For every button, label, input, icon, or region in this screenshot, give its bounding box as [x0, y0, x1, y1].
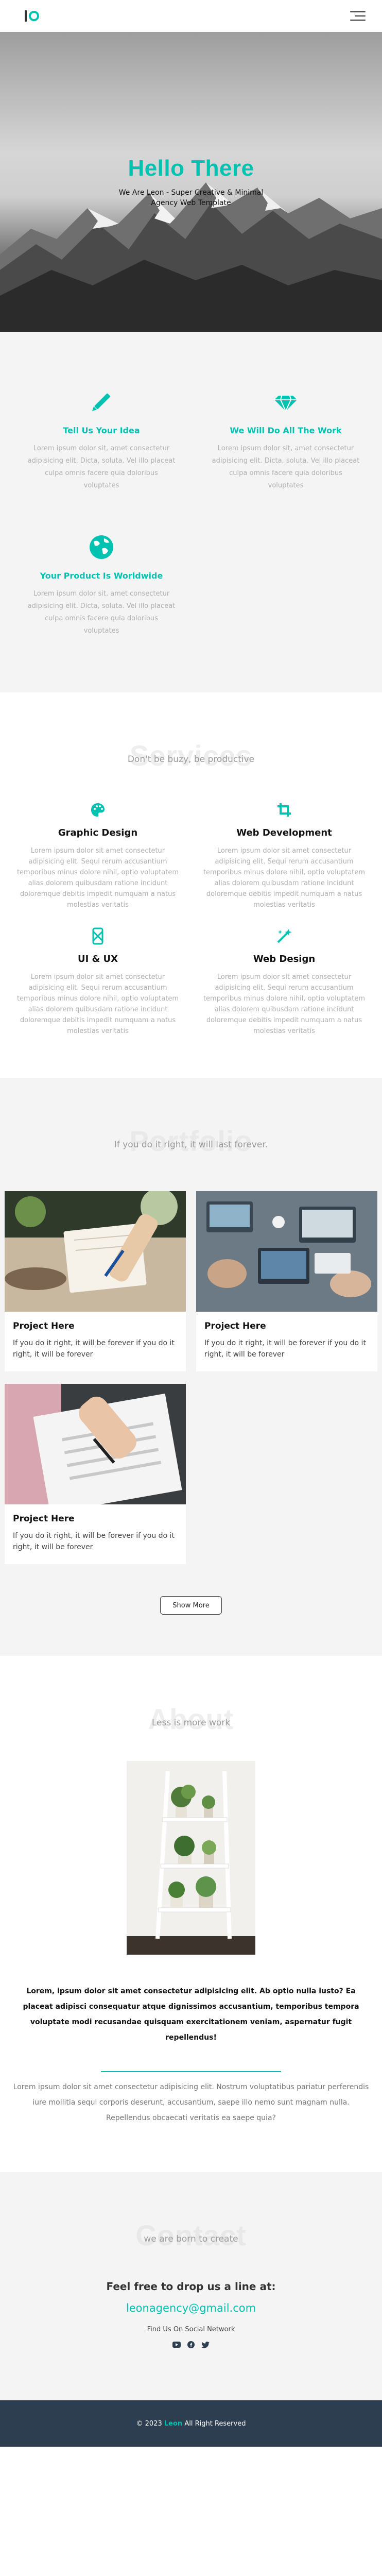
feature-item: Your Product Is Worldwide Lorem ipsum do… [27, 534, 176, 637]
logo-ring [29, 11, 39, 21]
services-subtitle: Don't be buzy, be productive [127, 754, 255, 765]
service-item: UI & UX Lorem ipsum dolor sit amet conse… [13, 926, 183, 1037]
globe-icon [88, 534, 115, 561]
service-item: Web Development Lorem ipsum dolor sit am… [199, 800, 369, 910]
diamond-icon [272, 388, 299, 415]
feature-title: We Will Do All The Work [230, 426, 342, 435]
hero-content: Hello There We Are Leon - Super Creative… [0, 156, 382, 208]
features-section: Tell Us Your Idea Lorem ipsum dolor sit,… [0, 332, 382, 692]
portfolio-title: Project Here [204, 1321, 266, 1331]
hero-subtitle: We Are Leon - Super Creative & Minimal A… [118, 189, 264, 207]
footer: © 2023 Leon All Right Reserved [0, 2400, 382, 2447]
show-more-button[interactable]: Show More [160, 1596, 222, 1615]
portfolio-card[interactable]: Project Here If you do it right, it will… [5, 1384, 186, 1564]
about-lead: Lorem, ipsum dolor sit amet consectetur … [23, 1987, 359, 2042]
about-subtitle: Less is more work [151, 1718, 231, 1728]
portfolio-subtitle: If you do it right, it will last forever… [114, 1140, 268, 1150]
footer-rights: All Right Reserved [184, 2419, 246, 2428]
magic-wand-icon [274, 926, 294, 946]
portfolio-card[interactable]: Project Here If you do it right, it will… [196, 1191, 377, 1371]
feature-text: Lorem ipsum dolor sit, amet consectetur … [212, 445, 360, 489]
feature-text: Lorem ipsum dolor sit, amet consectetur … [27, 445, 176, 489]
contact-email-link[interactable]: leonagency@gmail.com [0, 2302, 382, 2314]
footer-copyright: © 2023 [136, 2419, 162, 2428]
portfolio-grid: Project Here If you do it right, it will… [5, 1191, 377, 1564]
services-header: Services Don't be buzy, be productive [0, 739, 382, 780]
pencil-icon [88, 388, 115, 415]
contact-header: Contact we are born to create [0, 2218, 382, 2260]
portfolio-image [196, 1191, 377, 1312]
footer-brand: Leon [164, 2419, 183, 2428]
twitter-icon[interactable] [201, 2341, 210, 2349]
navbar [0, 0, 382, 32]
portfolio-header: Portfolio If you do it right, it will la… [0, 1124, 382, 1165]
hamburger-icon[interactable] [350, 11, 366, 21]
portfolio-image [5, 1384, 186, 1504]
contact-subtitle: we are born to create [144, 2234, 238, 2244]
service-item: Graphic Design Lorem ipsum dolor sit ame… [13, 800, 183, 910]
hero-section: Hello There We Are Leon - Super Creative… [0, 32, 382, 332]
hamburger-line [350, 20, 366, 21]
crop-icon [274, 800, 294, 820]
portfolio-text: If you do it right, it will be forever i… [13, 1532, 175, 1551]
portfolio-image [5, 1191, 186, 1312]
service-text: Lorem ipsum dolor sit amet consectetur a… [203, 847, 366, 909]
social-links [0, 2341, 382, 2349]
portfolio-text: If you do it right, it will be forever i… [13, 1339, 175, 1359]
service-item: Web Design Lorem ipsum dolor sit amet co… [199, 926, 369, 1037]
portfolio-title: Project Here [13, 1321, 75, 1331]
youtube-icon[interactable] [172, 2341, 181, 2349]
palette-icon [88, 800, 108, 820]
service-text: Lorem ipsum dolor sit amet consectetur a… [16, 847, 179, 909]
contact-section: Contact we are born to create Feel free … [0, 2172, 382, 2400]
service-title: Web Development [236, 827, 332, 838]
social-label: Find Us On Social Network [147, 2326, 235, 2333]
facebook-icon[interactable] [187, 2341, 195, 2349]
logo-bar [25, 10, 27, 22]
feature-title: Tell Us Your Idea [63, 426, 140, 435]
services-grid: Graphic Design Lorem ipsum dolor sit ame… [13, 800, 369, 1037]
feature-text: Lorem ipsum dolor sit, amet consectetur … [27, 590, 176, 635]
service-title: Graphic Design [58, 827, 138, 838]
service-text: Lorem ipsum dolor sit amet consectetur a… [16, 973, 179, 1035]
portfolio-text: If you do it right, it will be forever i… [204, 1339, 366, 1359]
feature-item: Tell Us Your Idea Lorem ipsum dolor sit,… [27, 388, 176, 492]
service-title: UI & UX [77, 954, 118, 964]
hero-title: Hello There [128, 156, 254, 181]
feature-item: We Will Do All The Work Lorem ipsum dolo… [211, 388, 360, 492]
portfolio-section: Portfolio If you do it right, it will la… [0, 1078, 382, 1656]
about-section: About Less is more work Lorem, ipsum dol… [0, 1656, 382, 2172]
portfolio-title: Project Here [13, 1514, 75, 1524]
hamburger-line [355, 15, 366, 16]
about-divider [101, 2071, 281, 2072]
service-title: Web Design [253, 954, 316, 964]
phone-icon [88, 926, 108, 946]
services-section: Services Don't be buzy, be productive Gr… [0, 692, 382, 1078]
portfolio-card[interactable]: Project Here If you do it right, it will… [5, 1191, 186, 1371]
service-text: Lorem ipsum dolor sit amet consectetur a… [203, 973, 366, 1035]
leon-logo[interactable] [25, 10, 39, 22]
hamburger-line [350, 11, 366, 12]
about-image [127, 1761, 255, 1955]
about-body: Lorem ipsum dolor sit amet consectetur a… [13, 2083, 369, 2122]
contact-heading: Feel free to drop us a line at: [106, 2280, 276, 2293]
about-header: About Less is more work [0, 1702, 382, 1743]
feature-title: Your Product Is Worldwide [40, 571, 163, 581]
